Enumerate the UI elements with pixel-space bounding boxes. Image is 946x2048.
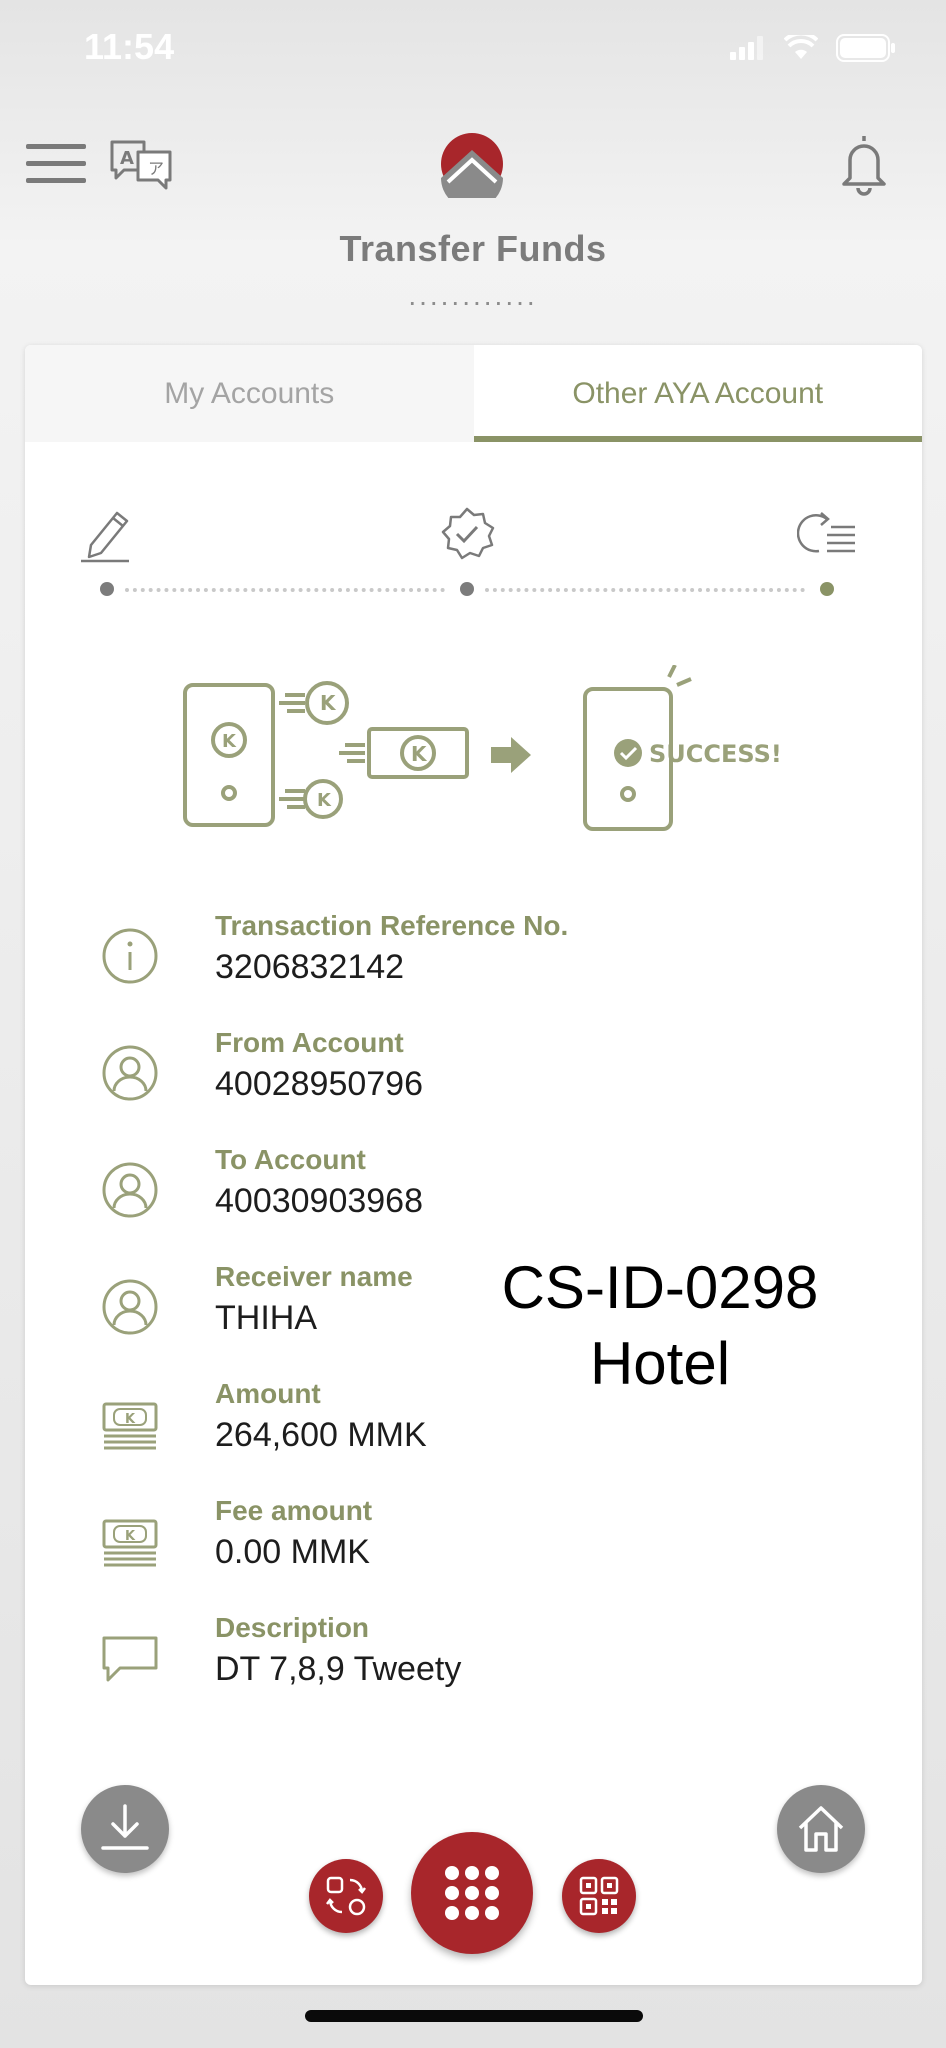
verified-badge-icon <box>441 507 495 560</box>
step-connector-1 <box>125 588 445 592</box>
svg-text:K: K <box>125 1529 136 1544</box>
detail-value: 264,600 MMK <box>215 1416 427 1454</box>
user-icon <box>102 1279 158 1335</box>
user-icon <box>102 1045 158 1101</box>
top-nav: A ア <box>0 120 946 220</box>
pencil-icon <box>81 511 129 563</box>
detail-row-reference: Transaction Reference No. 3206832142 <box>25 910 922 1027</box>
detail-row-from-account: From Account 40028950796 <box>25 1027 922 1144</box>
overlay-annotation: CS-ID-0298 Hotel <box>445 1250 875 1402</box>
step-dot-3 <box>820 582 834 596</box>
qr-scan-button[interactable] <box>562 1859 636 1933</box>
transfer-card: My Accounts Other AYA Account K K K K SU… <box>25 345 922 1985</box>
page-title: Transfer Funds <box>339 228 607 269</box>
detail-row-description: Description DT 7,8,9 Tweety <box>25 1612 922 1729</box>
status-time: 11:54 <box>84 26 175 67</box>
tab-my-accounts[interactable]: My Accounts <box>25 345 474 442</box>
transfer-success-illustration: K K K K SUCCESS! <box>183 665 782 831</box>
detail-value: 3206832142 <box>215 948 405 986</box>
detail-value: 40030903968 <box>215 1182 424 1220</box>
notification-bell-icon[interactable] <box>836 132 892 196</box>
menu-icon[interactable] <box>26 142 86 186</box>
detail-row-fee: K Fee amount 0.00 MMK <box>25 1495 922 1612</box>
title-dots: ............ <box>408 280 538 311</box>
step-dot-2 <box>460 582 474 596</box>
swap-icon <box>326 1876 366 1916</box>
detail-value: 0.00 MMK <box>215 1533 370 1571</box>
detail-value: DT 7,8,9 Tweety <box>215 1650 462 1688</box>
detail-label: To Account <box>215 1144 366 1175</box>
home-button[interactable] <box>777 1785 865 1873</box>
confirm-list-icon <box>797 512 855 553</box>
tab-other-aya-account[interactable]: Other AYA Account <box>473 345 922 442</box>
main-menu-button[interactable] <box>411 1832 533 1954</box>
currency-glyph: K <box>411 742 428 766</box>
success-label: SUCCESS! <box>649 740 782 768</box>
step-dot-1 <box>100 582 114 596</box>
home-icon <box>798 1806 844 1852</box>
chat-icon <box>102 1636 158 1682</box>
detail-row-to-account: To Account 40030903968 <box>25 1144 922 1261</box>
battery-icon <box>836 34 895 62</box>
language-icon[interactable]: A ア <box>108 136 174 192</box>
detail-label: Description <box>215 1612 370 1643</box>
money-icon: K <box>102 1519 158 1567</box>
detail-label: Fee amount <box>215 1495 373 1526</box>
wifi-icon <box>784 35 818 59</box>
overlay-line-2: Hotel <box>589 1330 731 1397</box>
currency-glyph: K <box>317 790 332 811</box>
detail-label: Amount <box>215 1378 321 1409</box>
progress-stepper <box>25 505 922 635</box>
status-bar: 11:54 <box>0 0 946 100</box>
user-icon <box>102 1162 158 1218</box>
grid-menu-icon <box>445 1866 499 1920</box>
detail-label: Receiver name <box>215 1261 413 1292</box>
home-indicator[interactable] <box>305 2010 643 2022</box>
detail-label: Transaction Reference No. <box>215 910 569 941</box>
step-connector-2 <box>485 588 805 592</box>
svg-text:K: K <box>125 1412 136 1427</box>
money-icon: K <box>102 1402 158 1450</box>
svg-text:A: A <box>120 148 134 169</box>
download-button[interactable] <box>81 1785 169 1873</box>
svg-text:ア: ア <box>148 159 164 178</box>
detail-label: From Account <box>215 1027 404 1058</box>
detail-value: 40028950796 <box>215 1065 424 1103</box>
signal-icon <box>730 36 763 60</box>
currency-glyph: K <box>222 731 237 752</box>
tab-bar: My Accounts Other AYA Account <box>25 345 922 442</box>
info-icon <box>102 928 158 984</box>
download-icon <box>101 1804 149 1850</box>
currency-glyph: K <box>320 691 337 715</box>
detail-value: THIHA <box>215 1299 317 1337</box>
overlay-line-1: CS-ID-0298 <box>501 1254 819 1321</box>
qr-code-icon <box>579 1876 619 1916</box>
transfer-shortcut-button[interactable] <box>309 1859 383 1933</box>
status-icons <box>730 34 896 62</box>
aya-logo-icon <box>441 133 503 198</box>
